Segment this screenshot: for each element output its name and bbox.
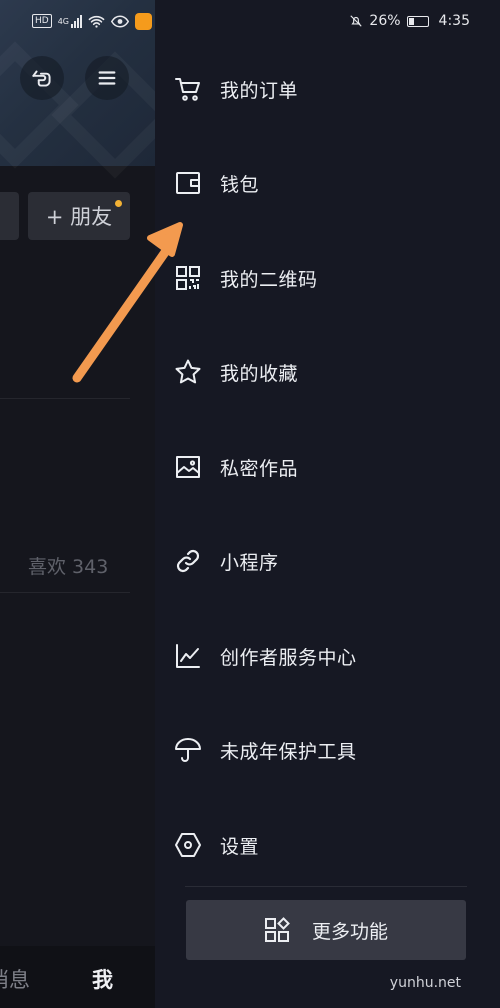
divider — [0, 592, 130, 593]
battery-icon — [406, 15, 429, 27]
menu-item-settings[interactable]: 设置 — [155, 798, 500, 892]
hd-badge: HD — [32, 14, 52, 28]
link-icon — [173, 546, 203, 576]
bottom-tab-bar: 消息 我 — [0, 946, 155, 1008]
menu-item-minor-protection[interactable]: 未成年保护工具 — [155, 703, 500, 797]
battery-percent: 26% — [369, 13, 401, 29]
divider — [185, 886, 467, 887]
wallet-icon — [173, 168, 203, 198]
menu-item-orders[interactable]: 我的订单 — [155, 42, 500, 136]
wifi-icon — [88, 15, 105, 28]
clock: 4:35 — [438, 13, 470, 29]
more-features-button[interactable]: 更多功能 — [186, 900, 466, 960]
umbrella-icon — [173, 735, 203, 765]
menu-item-creator-center[interactable]: 创作者服务中心 — [155, 609, 500, 703]
menu-item-mini-programs[interactable]: 小程序 — [155, 514, 500, 608]
chart-icon — [173, 641, 203, 671]
mute-bell-icon — [350, 15, 363, 27]
menu-item-label: 私密作品 — [220, 457, 299, 480]
tab-messages[interactable]: 消息 — [0, 964, 30, 994]
menu-item-qr-code[interactable]: 我的二维码 — [155, 231, 500, 325]
tab-me[interactable]: 我 — [92, 964, 113, 994]
menu-item-label: 我的订单 — [220, 79, 299, 102]
private-image-icon — [173, 452, 203, 482]
signal-icon — [71, 14, 82, 28]
background-profile-page: + 朋友 喜欢 343 消息 我 — [0, 0, 155, 1008]
notification-dot — [115, 200, 122, 207]
menu-item-favorites[interactable]: 我的收藏 — [155, 325, 500, 419]
menu-item-label: 小程序 — [220, 551, 279, 574]
menu-item-private-works[interactable]: 私密作品 — [155, 420, 500, 514]
watermark: yunhu.net — [389, 975, 461, 991]
side-drawer: 我的订单 钱包 我的二维码 我的收藏 私密作品 小程序 创作者服务中心 未成年保… — [155, 0, 500, 1008]
menu-item-label: 未成年保护工具 — [220, 740, 357, 763]
menu-item-wallet[interactable]: 钱包 — [155, 136, 500, 230]
network-type: 4G — [57, 16, 69, 26]
menu-item-label: 设置 — [220, 835, 260, 858]
eye-icon — [111, 14, 129, 28]
menu-item-label: 我的收藏 — [220, 362, 299, 385]
menu-item-label: 创作者服务中心 — [220, 646, 357, 669]
menu-item-label: 钱包 — [220, 173, 260, 196]
likes-tab[interactable]: 喜欢 343 — [28, 552, 108, 579]
annotation-arrow-icon — [72, 222, 183, 383]
grid-apps-icon — [264, 917, 290, 942]
shopping-cart-icon — [173, 74, 203, 104]
menu-item-label: 我的二维码 — [220, 268, 318, 291]
edit-profile-button[interactable] — [0, 192, 19, 240]
hand-pointer-icon[interactable] — [20, 56, 64, 100]
more-features-label: 更多功能 — [311, 920, 388, 943]
hamburger-menu-icon[interactable] — [85, 56, 129, 100]
app-notification-icon — [135, 12, 152, 30]
status-left: HD 4G — [32, 12, 152, 30]
status-bar: HD 4G 26% 4:35 — [0, 0, 500, 42]
status-right: 26% 4:35 — [349, 13, 470, 29]
settings-hexagon-icon — [173, 830, 203, 860]
